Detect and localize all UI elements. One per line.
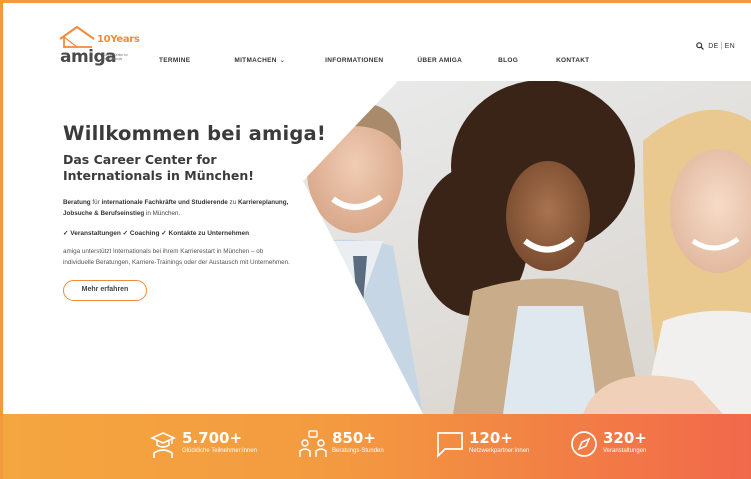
stat-label: Veranstaltungen [603,448,647,454]
hero-title: Willkommen bei amiga! [63,122,326,145]
site-header: 10Years amiga Career Center for Internat… [3,3,751,81]
hero-section: Willkommen bei amiga! Das Career Center … [3,81,751,414]
hero-highlights: ✓ Veranstaltungen ✓ Coaching ✓ Kontakte … [63,230,250,237]
intro-bold-1: Beratung [63,199,91,206]
stat-network-partners: 120+ Netzwerkpartner:innen [435,429,529,459]
hero-body: amiga unterstützt Internationals bei ihr… [63,248,290,266]
stat-text: 320+ Veranstaltungen [603,429,647,454]
graduate-icon [150,432,176,458]
consulting-icon [299,430,327,457]
main-nav: TERMINE MITMACHEN ⌄ INFORMATIONEN ÜBER AM… [159,57,589,64]
amiga-logo[interactable]: 10Years amiga Career Center for Internat… [59,25,141,69]
stat-text: 120+ Netzwerkpartner:innen [469,429,529,454]
hero-intro: Beratung für internationale Fachkräfte u… [63,198,293,219]
stat-label: Netzwerkpartner:innen [469,448,530,454]
stat-number: 850+ [332,429,376,447]
intro-text-2: zu [227,199,238,206]
stat-participants: 5.700+ Glückliche Teilnehmer:innen [148,429,257,459]
chevron-down-icon: ⌄ [279,58,286,64]
page-frame: 10Years amiga Career Center for Internat… [0,0,751,479]
nav-item-termine[interactable]: TERMINE [159,57,190,64]
stat-consulting-hours: 850+ Beratungs-Stunden [298,429,384,459]
language-switcher: DE | EN [696,42,735,50]
lang-de[interactable]: DE [708,43,718,50]
logo-years: 10Years [97,34,140,45]
search-icon[interactable] [696,42,705,50]
logo-tagline: Career Center for Internationals [103,53,128,61]
stat-events: 320+ Veranstaltungen [569,429,647,459]
speech-bubble-icon [437,432,463,459]
nav-item-label: MITMACHEN [234,57,277,64]
nav-item-mitmachen[interactable]: MITMACHEN ⌄ [234,57,285,64]
stat-label: Beratungs-Stunden [332,448,384,454]
stat-label: Glückliche Teilnehmer:innen [182,448,257,454]
lang-en[interactable]: EN [725,43,735,50]
lang-separator: | [720,42,723,50]
nav-item-kontakt[interactable]: KONTAKT [556,57,589,64]
nav-item-ueber-amiga[interactable]: ÜBER AMIGA [417,57,462,64]
compass-icon [571,431,597,457]
stat-number: 120+ [469,429,513,447]
intro-bold-2: internationale Fachkräfte und Studierend… [101,199,228,206]
intro-text-3: in München. [144,209,181,217]
stat-text: 5.700+ Glückliche Teilnehmer:innen [182,429,257,454]
nav-item-blog[interactable]: BLOG [498,57,518,64]
mehr-erfahren-button[interactable]: Mehr erfahren [63,280,147,301]
hero-content: Willkommen bei amiga! Das Career Center … [63,122,326,301]
stat-number: 5.700+ [182,429,243,447]
nav-item-informationen[interactable]: INFORMATIONEN [325,57,383,64]
stats-bar: 5.700+ Glückliche Teilnehmer:innen 850+ … [3,414,751,479]
stat-text: 850+ Beratungs-Stunden [332,429,384,454]
hero-subtitle: Das Career Center for Internationals in … [63,152,254,183]
stat-number: 320+ [603,429,647,447]
intro-text-1: für [90,199,102,206]
